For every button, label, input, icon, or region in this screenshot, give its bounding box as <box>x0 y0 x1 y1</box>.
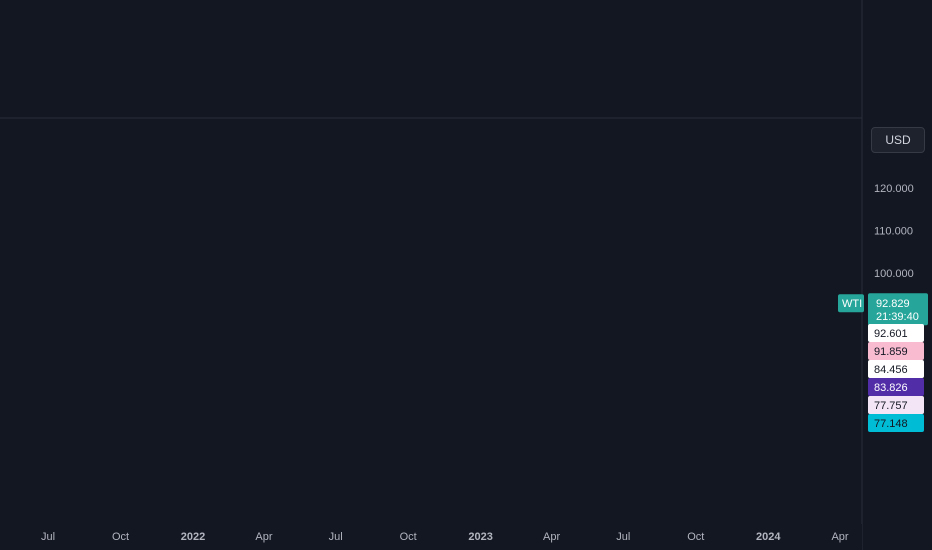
price-tag: 92.601 <box>874 328 908 340</box>
time-tick-label: 2022 <box>181 531 205 543</box>
time-tick-label: Jul <box>616 531 630 543</box>
price-tag: 77.148 <box>874 418 908 430</box>
time-axis-bg <box>0 524 862 550</box>
time-tick-label: Apr <box>543 531 560 543</box>
price-tag: 83.826 <box>874 382 908 394</box>
symbol-tag: WTI <box>842 298 862 310</box>
background <box>0 0 932 550</box>
last-price-countdown: 21:39:40 <box>876 311 919 323</box>
time-tick-label: Oct <box>112 531 129 543</box>
price-tick-label: 110.000 <box>874 225 913 237</box>
price-tick-label: 100.000 <box>874 268 914 280</box>
time-tick-label: Oct <box>687 531 704 543</box>
currency-button[interactable]: USD <box>871 127 925 153</box>
time-tick-label: 2024 <box>756 531 781 543</box>
price-tag: 91.859 <box>874 346 908 358</box>
price-tag: 84.456 <box>874 364 908 376</box>
price-tag: 77.757 <box>874 400 908 412</box>
time-tick-label: Jul <box>41 531 55 543</box>
chart-canvas: 40.0075.1772.50 WTI, 1DWest Texas Interm… <box>0 0 932 550</box>
time-tick-label: Apr <box>831 531 848 543</box>
time-tick-label: Apr <box>255 531 272 543</box>
price-tick-label: 120.000 <box>874 183 914 195</box>
last-price-value: 92.829 <box>876 298 910 310</box>
time-tick-label: 2023 <box>468 531 492 543</box>
axis-panel: 120.000 110.000 100.000 WTI 92.82921:39:40 92… <box>0 0 932 550</box>
time-tick-label: Jul <box>329 531 343 543</box>
time-tick-label: Oct <box>400 531 417 543</box>
